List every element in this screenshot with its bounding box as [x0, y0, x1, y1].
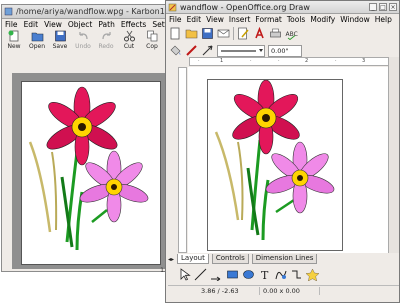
draw-statusbar: 3.86 / -2.63 0.00 x 0.00: [168, 285, 399, 296]
fill-bucket-icon[interactable]: [169, 44, 182, 57]
karbon-menu-edit[interactable]: Edit: [24, 20, 39, 29]
svg-text:ABC: ABC: [286, 31, 298, 38]
draw-menu-help[interactable]: Help: [375, 15, 392, 24]
karbon-save-button[interactable]: Save: [50, 30, 70, 50]
export-pdf-icon[interactable]: [253, 27, 266, 40]
karbon-titlebar[interactable]: /home/ariya/wandflow.wpg - Karbon14: [2, 5, 176, 19]
email-icon[interactable]: [217, 27, 230, 40]
copy-icon: [146, 30, 157, 42]
karbon-new-label: New: [7, 43, 21, 50]
spellcheck-icon[interactable]: ABC: [285, 27, 298, 40]
karbon-open-label: Open: [28, 43, 46, 50]
draw-window: wandflow - OpenOffice.org Draw _ □ × Fil…: [165, 0, 400, 303]
horizontal-ruler[interactable]: · 1 · · 2 · 3: [189, 57, 389, 66]
draw-menu-file[interactable]: File: [169, 15, 182, 24]
draw-flower-drawing: [214, 80, 335, 241]
new-document-icon[interactable]: [169, 27, 182, 40]
draw-menubar: File Edit View Insert Format Tools Modif…: [166, 14, 399, 25]
karbon-menu-view[interactable]: View: [44, 20, 62, 29]
curve-tool-icon[interactable]: [274, 268, 287, 281]
draw-window-title: wandflow - OpenOffice.org Draw: [180, 2, 310, 12]
draw-titlebar[interactable]: wandflow - OpenOffice.org Draw _ □ ×: [166, 1, 399, 14]
svg-text:T: T: [261, 269, 269, 281]
karbon-menu-object[interactable]: Object: [68, 20, 92, 29]
karbon-redo-button[interactable]: Redo: [96, 30, 116, 50]
karbon-cut-button[interactable]: Cut: [119, 30, 139, 50]
select-arrow-icon[interactable]: [178, 267, 191, 281]
line-style-select[interactable]: [217, 44, 265, 57]
karbon-app-icon: [4, 7, 13, 16]
karbon-flower-drawing: [28, 86, 149, 251]
shapes-tool-icon[interactable]: [306, 268, 319, 281]
karbon-menu-file[interactable]: File: [5, 20, 18, 29]
vertical-scrollbar[interactable]: [388, 57, 399, 253]
karbon-menubar: File Edit View Object Path Effects Setti: [2, 19, 176, 30]
karbon-undo-label: Undo: [75, 43, 91, 50]
toolbar-separator: [233, 27, 234, 40]
status-size: 0.00 x 0.00: [260, 287, 320, 295]
line-style-preview: [221, 48, 263, 52]
maximize-icon[interactable]: □: [379, 3, 387, 11]
redo-icon: [101, 32, 111, 40]
tab-dimension-lines[interactable]: Dimension Lines: [251, 254, 318, 264]
draw-page[interactable]: [207, 79, 343, 251]
tab-nav-icon[interactable]: ◂▸: [168, 256, 174, 263]
karbon-new-button[interactable]: New: [4, 30, 24, 50]
karbon-menu-effects[interactable]: Effects: [121, 20, 147, 29]
draw-menu-tools[interactable]: Tools: [287, 15, 305, 24]
new-document-icon: [8, 30, 18, 42]
print-icon[interactable]: [269, 27, 282, 40]
karbon-menu-path[interactable]: Path: [98, 20, 114, 29]
draw-menu-modify[interactable]: Modify: [310, 15, 335, 24]
save-disk-icon[interactable]: [201, 27, 214, 40]
karbon-save-label: Save: [52, 43, 68, 50]
minimize-icon[interactable]: _: [369, 3, 377, 11]
line-tool-icon[interactable]: [194, 268, 207, 281]
drawing-toolbar: T: [168, 265, 399, 283]
cut-scissors-icon: [123, 30, 135, 42]
close-icon[interactable]: ×: [389, 3, 397, 11]
save-disk-icon: [54, 30, 66, 42]
line-arrow-tool-icon[interactable]: [210, 268, 223, 281]
status-position: 3.86 / -2.63: [198, 287, 260, 295]
karbon-toolbar: New Open Save Undo Redo Cut Cop: [2, 30, 176, 54]
karbon-cut-label: Cut: [123, 43, 135, 50]
karbon-window-title: /home/ariya/wandflow.wpg - Karbon14: [16, 7, 170, 16]
draw-window-buttons: _ □ ×: [369, 3, 399, 11]
draw-standard-toolbar: ABC: [166, 25, 399, 42]
layer-tabs: ◂▸ Layout Controls Dimension Lines: [168, 254, 399, 264]
tab-controls[interactable]: Controls: [211, 254, 249, 264]
connector-tool-icon[interactable]: [290, 268, 303, 281]
rectangle-tool-icon[interactable]: [226, 268, 239, 281]
edit-file-icon[interactable]: [237, 27, 250, 40]
arrow-style-icon[interactable]: [201, 44, 214, 57]
undo-icon: [78, 32, 88, 40]
open-folder-icon[interactable]: [185, 27, 198, 40]
karbon-undo-button[interactable]: Undo: [73, 30, 93, 50]
karbon-window: /home/ariya/wandflow.wpg - Karbon14 File…: [1, 4, 177, 274]
draw-menu-window[interactable]: Window: [340, 15, 370, 24]
desktop: /home/ariya/wandflow.wpg - Karbon14 File…: [0, 0, 400, 303]
karbon-copy-button[interactable]: Cop: [142, 30, 162, 50]
karbon-redo-label: Redo: [98, 43, 114, 50]
open-folder-icon: [31, 32, 43, 42]
text-tool-icon[interactable]: T: [258, 268, 271, 281]
line-width-input[interactable]: 0.00": [268, 44, 302, 57]
draw-menu-view[interactable]: View: [206, 15, 224, 24]
line-style-icon[interactable]: [185, 44, 198, 57]
karbon-copy-label: Cop: [146, 43, 158, 50]
draw-menu-format[interactable]: Format: [255, 15, 281, 24]
draw-menu-edit[interactable]: Edit: [187, 15, 202, 24]
karbon-page: [21, 81, 161, 265]
draw-menu-insert[interactable]: Insert: [229, 15, 251, 24]
tab-layout[interactable]: Layout: [177, 254, 209, 264]
ellipse-tool-icon[interactable]: [242, 268, 255, 281]
draw-app-icon: [168, 3, 177, 11]
vertical-ruler[interactable]: [178, 67, 187, 253]
karbon-open-button[interactable]: Open: [27, 30, 47, 50]
